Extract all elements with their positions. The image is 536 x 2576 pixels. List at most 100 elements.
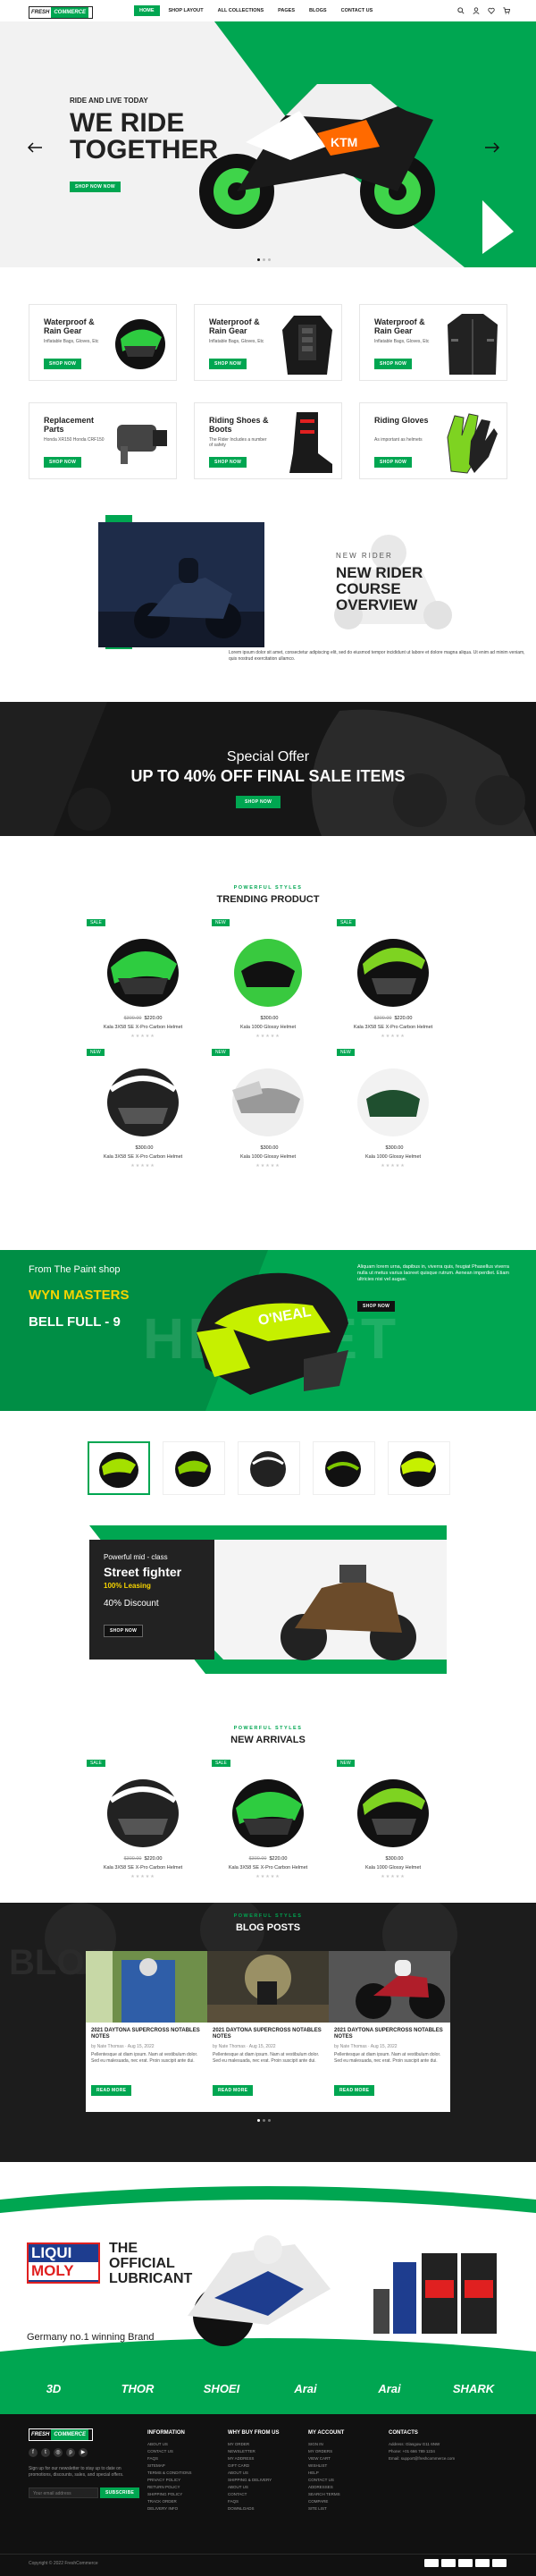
product-card[interactable]: SALE $300.00 $220.00 Kala 3X58 SE X-Pro Car…: [337, 919, 449, 1041]
category-shop-button[interactable]: SHOP NOW: [44, 359, 82, 369]
slider-dot[interactable]: [257, 2119, 260, 2122]
category-card[interactable]: Waterproof & Rain Gear Inflatable Bags, …: [359, 304, 507, 381]
cart-icon[interactable]: [503, 7, 510, 14]
footer-link[interactable]: PRIVACY POLICY: [147, 2477, 192, 2484]
product-card[interactable]: NEW $300.00 Kala 1000 Glossy Helmet ★★★★★: [212, 919, 324, 1041]
footer-link[interactable]: SITEMAP: [147, 2462, 192, 2470]
offer-shop-button[interactable]: SHOP NOW: [236, 796, 281, 808]
helmet-thumbnail[interactable]: [388, 1441, 450, 1495]
blog-post[interactable]: 2021 DAYTONA SUPERCROSS NOTABLES NOTES b…: [207, 1951, 329, 2112]
youtube-icon[interactable]: ▶: [79, 2448, 88, 2457]
product-name[interactable]: Kala 3X58 SE X-Pro Carbon Helmet: [87, 1154, 199, 1160]
product-card[interactable]: NEW $300.00 Kala 3X58 SE X-Pro Carbon Helm…: [87, 1049, 199, 1170]
footer-link[interactable]: CONTACT: [228, 2491, 272, 2498]
helmet-thumbnail[interactable]: [313, 1441, 375, 1495]
read-more-button[interactable]: Read more: [334, 2085, 375, 2096]
product-name[interactable]: Kala 3X58 SE X-Pro Carbon Helmet: [212, 1865, 324, 1871]
newsletter-email-input[interactable]: Your email address: [29, 2487, 98, 2498]
slider-dot[interactable]: [257, 258, 260, 261]
blog-post-title[interactable]: 2021 DAYTONA SUPERCROSS NOTABLES NOTES: [213, 2028, 323, 2040]
twitter-icon[interactable]: t: [41, 2448, 50, 2457]
read-more-button[interactable]: Read more: [213, 2085, 254, 2096]
footer-link[interactable]: HELP: [308, 2470, 340, 2477]
product-name[interactable]: Kala 3X58 SE X-Pro Carbon Helmet: [337, 1025, 449, 1030]
footer-link[interactable]: CONTACT US: [308, 2477, 340, 2484]
category-card[interactable]: Riding Shoes & Boots The Rider Includes …: [194, 402, 342, 479]
product-card[interactable]: NEW $300.00 Kala 1000 Glossy Helmet ★★★★★: [337, 1049, 449, 1170]
product-card[interactable]: SALE $300.00 $220.00 Kala 3X58 SE X-Pro Car…: [87, 919, 199, 1041]
footer-link[interactable]: ADDRESSES: [308, 2484, 340, 2491]
street-fighter-button[interactable]: SHOP NOW: [104, 1625, 144, 1637]
product-card[interactable]: NEW $300.00 Kala 1000 Glossy Helmet ★★★★★: [212, 1049, 324, 1170]
product-name[interactable]: Kala 1000 Glossy Helmet: [337, 1154, 449, 1160]
footer-link[interactable]: VIEW CART: [308, 2455, 340, 2462]
footer-link[interactable]: ABOUT US: [147, 2441, 192, 2448]
category-card[interactable]: Replacement Parts Honda XR150 Honda CRF1…: [29, 402, 177, 479]
footer-link[interactable]: CONTACT US: [147, 2448, 192, 2455]
nav-shop-layout[interactable]: SHOP LAYOUT: [163, 5, 209, 16]
footer-link[interactable]: NEWSLETTER: [228, 2448, 272, 2455]
user-icon[interactable]: [473, 7, 480, 14]
product-name[interactable]: Kala 3X58 SE X-Pro Carbon Helmet: [87, 1865, 199, 1871]
read-more-button[interactable]: Read more: [91, 2085, 132, 2096]
product-card[interactable]: SALE $300.00 $220.00 Kala 3X58 SE X-Pro Car…: [212, 1760, 324, 1881]
blog-post-title[interactable]: 2021 DAYTONA SUPERCROSS NOTABLES NOTES: [334, 2028, 445, 2040]
footer-link[interactable]: GIFT CARD: [228, 2462, 272, 2470]
site-logo[interactable]: FRESH COMMERCE: [29, 6, 93, 19]
category-shop-button[interactable]: SHOP NOW: [374, 457, 413, 468]
category-shop-button[interactable]: SHOP NOW: [209, 359, 247, 369]
brand-logo[interactable]: SHOEI: [186, 2374, 257, 2404]
brand-logo[interactable]: THOR: [102, 2374, 173, 2404]
footer-link[interactable]: DOWNLOADS: [228, 2505, 272, 2513]
slider-dot[interactable]: [263, 2119, 265, 2122]
category-shop-button[interactable]: SHOP NOW: [209, 457, 247, 468]
helmet-thumbnail[interactable]: [163, 1441, 225, 1495]
product-card[interactable]: SALE $300.00 $220.00 Kala 3X58 SE X-Pro Car…: [87, 1760, 199, 1881]
search-icon[interactable]: [457, 7, 465, 14]
arrow-left-icon[interactable]: [27, 142, 43, 153]
nav-pages[interactable]: PAGES: [272, 5, 300, 16]
footer-link[interactable]: SITE LIST: [308, 2505, 340, 2513]
category-shop-button[interactable]: SHOP NOW: [44, 457, 82, 468]
footer-link[interactable]: SHIPPING & DELIVERY: [228, 2477, 272, 2484]
arrow-right-icon[interactable]: [484, 142, 500, 153]
footer-logo[interactable]: FRESH COMMERCE: [29, 2428, 93, 2441]
heart-icon[interactable]: [488, 7, 495, 14]
nav-blogs[interactable]: BLOGS: [304, 5, 332, 16]
footer-link[interactable]: WISHLIST: [308, 2462, 340, 2470]
category-card[interactable]: Riding Gloves As important as helmets SH…: [359, 402, 507, 479]
slider-dot[interactable]: [263, 258, 265, 261]
blog-post[interactable]: 2021 DAYTONA SUPERCROSS NOTABLES NOTES b…: [329, 1951, 450, 2112]
facebook-icon[interactable]: f: [29, 2448, 38, 2457]
category-card[interactable]: Waterproof & Rain Gear Inflatable Bags, …: [29, 304, 177, 381]
product-card[interactable]: NEW $300.00 Kala 1000 Glossy Helmet ★★★★★: [337, 1760, 449, 1881]
nav-contact-us[interactable]: CONTACT US: [336, 5, 379, 16]
slider-dot[interactable]: [268, 258, 271, 261]
footer-link[interactable]: ABOUT US: [228, 2470, 272, 2477]
instagram-icon[interactable]: ◎: [54, 2448, 63, 2457]
brand-logo[interactable]: Arai: [270, 2374, 341, 2404]
helmet-thumbnail[interactable]: [88, 1441, 150, 1495]
blog-post-title[interactable]: 2021 DAYTONA SUPERCROSS NOTABLES NOTES: [91, 2028, 202, 2040]
product-name[interactable]: Kala 3X58 SE X-Pro Carbon Helmet: [87, 1025, 199, 1030]
footer-link[interactable]: SEARCH TERMS: [308, 2491, 340, 2498]
brand-logo[interactable]: SHARK: [438, 2374, 509, 2404]
subscribe-button[interactable]: SUBSCRIBE: [100, 2487, 140, 2498]
footer-link[interactable]: TERMS & CONDITIONS: [147, 2470, 192, 2477]
footer-link[interactable]: RETURN POLICY: [147, 2484, 192, 2491]
blog-post[interactable]: 2021 DAYTONA SUPERCROSS NOTABLES NOTES b…: [86, 1951, 207, 2112]
category-card[interactable]: Waterproof & Rain Gear Inflatable Bags, …: [194, 304, 342, 381]
slider-dot[interactable]: [268, 2119, 271, 2122]
footer-link[interactable]: TRACK ORDER: [147, 2498, 192, 2505]
footer-link[interactable]: ABOUT US: [228, 2484, 272, 2491]
helmet-thumbnail[interactable]: [238, 1441, 300, 1495]
footer-link[interactable]: MY ORDERS: [308, 2448, 340, 2455]
brand-logo[interactable]: Arai: [354, 2374, 425, 2404]
paint-shop-button[interactable]: SHOP NOW: [357, 1301, 396, 1312]
footer-link[interactable]: COMPARE: [308, 2498, 340, 2505]
brand-logo[interactable]: 3D: [18, 2374, 89, 2404]
pinterest-icon[interactable]: p: [66, 2448, 75, 2457]
footer-link[interactable]: DELIVERY INFO: [147, 2505, 192, 2513]
footer-link[interactable]: MY ORDER: [228, 2441, 272, 2448]
nav-all-collections[interactable]: ALL COLLECTIONS: [213, 5, 270, 16]
